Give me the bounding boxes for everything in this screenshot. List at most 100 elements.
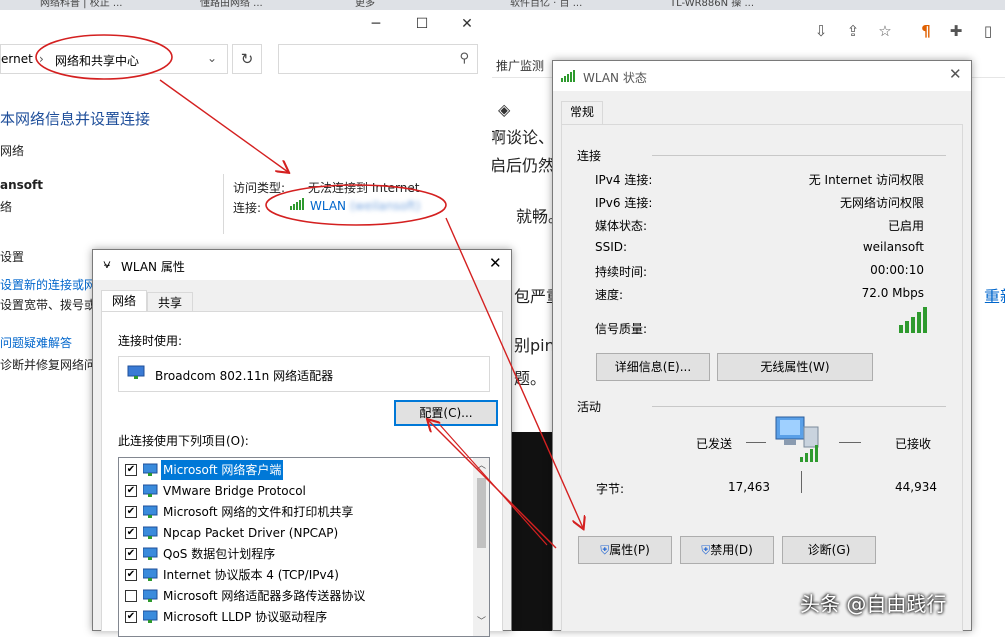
component-item[interactable]: Microsoft 网络适配器多路传送器协议 bbox=[123, 586, 468, 607]
troubleshoot-desc: 诊断并修复网络问 bbox=[0, 358, 97, 372]
bookmark-item[interactable]: 推广监测 bbox=[496, 57, 544, 74]
pilcrow-extension-icon[interactable]: ¶ bbox=[917, 22, 935, 40]
chevron-down-icon[interactable]: ﹀ bbox=[477, 614, 486, 627]
network-component-icon bbox=[142, 589, 159, 603]
sidebar-icon[interactable]: ▯ bbox=[979, 22, 997, 40]
title-bar: ─ ☐ ✕ bbox=[0, 10, 492, 42]
component-label: VMware Bridge Protocol bbox=[163, 484, 306, 498]
status-row-value: 72.0 Mbps bbox=[861, 286, 924, 300]
component-item[interactable]: ✔ Microsoft 网络客户端 bbox=[123, 460, 468, 481]
group-label: 活动 bbox=[577, 400, 602, 414]
shield-icon: ⛨ bbox=[701, 543, 711, 557]
article-link[interactable]: 重新 bbox=[984, 283, 1005, 307]
dialog-title: WLAN 状态 bbox=[583, 71, 647, 85]
checkbox[interactable]: ✔ bbox=[125, 527, 137, 539]
title-bar: WLAN 状态 ✕ bbox=[553, 61, 971, 91]
status-row-value: 无网络访问权限 bbox=[839, 196, 924, 210]
network-component-icon bbox=[142, 568, 159, 582]
minimize-icon[interactable]: ─ bbox=[366, 14, 386, 34]
checkbox[interactable]: ✔ bbox=[125, 506, 137, 518]
group-divider bbox=[652, 406, 946, 407]
page-title: 本网络信息并设置连接 bbox=[0, 110, 151, 128]
install-icon[interactable]: ⇩ bbox=[812, 22, 830, 40]
search-icon: ⚲ bbox=[459, 51, 469, 66]
component-item[interactable]: ✔ Microsoft LLDP 协议驱动程序 bbox=[123, 607, 468, 628]
network-component-icon bbox=[142, 505, 159, 519]
checkbox[interactable]: ✔ bbox=[125, 464, 137, 476]
items-label: 此连接使用下列项目(O): bbox=[118, 434, 249, 448]
wireless-properties-button[interactable]: 无线属性(W) bbox=[717, 353, 873, 381]
component-label: Microsoft LLDP 协议驱动程序 bbox=[163, 610, 328, 624]
refresh-icon[interactable]: ↻ bbox=[232, 44, 262, 74]
component-item[interactable]: ✔ Npcap Packet Driver (NPCAP) bbox=[123, 523, 468, 544]
close-icon[interactable]: ✕ bbox=[457, 14, 477, 34]
troubleshoot-link[interactable]: 问题疑难解答 bbox=[0, 334, 72, 351]
chevron-down-icon[interactable]: ⌄ bbox=[207, 51, 217, 65]
bytes-sent: 17,463 bbox=[728, 480, 770, 494]
status-row-label: IPv6 连接: bbox=[595, 196, 653, 210]
section-label: 网络 bbox=[0, 144, 25, 158]
tab-network[interactable]: 网络 bbox=[101, 290, 147, 313]
maximize-icon[interactable]: ☐ bbox=[412, 14, 432, 34]
wifi-signal-icon bbox=[290, 198, 306, 210]
close-icon[interactable]: ✕ bbox=[949, 65, 962, 83]
scrollbar-thumb[interactable] bbox=[477, 478, 486, 548]
chevron-up-icon[interactable]: ︿ bbox=[477, 458, 486, 471]
breadcrumb-item[interactable]: ernet bbox=[1, 52, 33, 66]
status-row-value: 已启用 bbox=[887, 219, 924, 233]
network-category: 络 bbox=[0, 200, 13, 214]
watermark: 头条 @自由践行 bbox=[800, 592, 947, 616]
details-button[interactable]: 详细信息(E)... bbox=[596, 353, 710, 381]
network-component-icon bbox=[142, 610, 159, 624]
browser-tab[interactable]: 懂路由网络 ... bbox=[200, 0, 350, 10]
adapter-field: Broadcom 802.11n 网络适配器 bbox=[118, 356, 490, 392]
browser-tab[interactable]: 软件百亿 · 百 ... bbox=[510, 0, 640, 10]
puzzle-icon[interactable]: ✚ bbox=[947, 22, 965, 40]
wlan-connection-link[interactable]: WLAN bbox=[310, 199, 346, 213]
checkbox[interactable]: ✔ bbox=[125, 569, 137, 581]
component-item[interactable]: ✔ Microsoft 网络的文件和打印机共享 bbox=[123, 502, 468, 523]
diagnose-button[interactable]: 诊断(G) bbox=[782, 536, 876, 564]
paint-bucket-icon[interactable]: ◈ bbox=[498, 100, 510, 119]
status-row-label: IPv4 连接: bbox=[595, 173, 653, 187]
title-bar: ⍱ WLAN 属性 ✕ bbox=[93, 250, 511, 280]
checkbox[interactable]: ✔ bbox=[125, 611, 137, 623]
properties-button[interactable]: ⛨属性(P) bbox=[578, 536, 672, 564]
network-adapter-icon bbox=[127, 365, 145, 379]
component-item[interactable]: ✔ Internet 协议版本 4 (TCP/IPv4) bbox=[123, 565, 468, 586]
close-icon[interactable]: ✕ bbox=[489, 254, 502, 272]
components-list[interactable]: ✔ Microsoft 网络客户端 ✔ VMware Bridge Protocol ✔… bbox=[118, 457, 490, 637]
breadcrumb-current[interactable]: 网络和共享中心 bbox=[55, 52, 139, 69]
connection-ssid-blurred: (weilansoft) bbox=[350, 199, 421, 213]
new-connection-link[interactable]: 设置新的连接或网 bbox=[0, 276, 96, 293]
network-tab-panel: 连接时使用: Broadcom 802.11n 网络适配器 配置(C)... 此… bbox=[101, 311, 503, 637]
network-component-icon bbox=[142, 526, 159, 540]
network-component-icon bbox=[142, 484, 159, 498]
bytes-received: 44,934 bbox=[895, 480, 937, 494]
tab-general[interactable]: 常规 bbox=[561, 101, 603, 125]
article-text: 启后仍然 bbox=[490, 156, 555, 175]
browser-tab[interactable]: TL-WR886N 操 ... bbox=[670, 0, 810, 10]
properties-button-label: 属性(P) bbox=[609, 543, 650, 557]
component-item[interactable]: ✔ VMware Bridge Protocol bbox=[123, 481, 468, 502]
configure-button[interactable]: 配置(C)... bbox=[394, 400, 498, 426]
connections-label: 连接: bbox=[233, 201, 262, 215]
received-line bbox=[839, 442, 861, 443]
disable-button[interactable]: ⛨禁用(D) bbox=[680, 536, 774, 564]
checkbox[interactable] bbox=[125, 590, 137, 602]
divider bbox=[223, 174, 224, 234]
access-type-value: 无法连接到 Internet bbox=[308, 181, 420, 195]
component-item[interactable]: ✔ QoS 数据包计划程序 bbox=[123, 544, 468, 565]
network-name: ansoft bbox=[0, 178, 43, 192]
star-icon[interactable]: ☆ bbox=[876, 22, 894, 40]
search-input[interactable]: ⚲ bbox=[278, 44, 478, 74]
share-icon[interactable]: ⇪ bbox=[844, 22, 862, 40]
wlan-status-dialog: WLAN 状态 ✕ 常规 连接 IPv4 连接: 无 Internet 访问权限 I… bbox=[552, 60, 972, 632]
browser-tab[interactable]: 网络科普 | 校正 ... bbox=[40, 0, 180, 10]
checkbox[interactable]: ✔ bbox=[125, 485, 137, 497]
checkbox[interactable]: ✔ bbox=[125, 548, 137, 560]
browser-tab[interactable]: 更多 bbox=[355, 0, 475, 10]
wlan-properties-dialog: ⍱ WLAN 属性 ✕ 网络 共享 连接时使用: Broadcom 802.11… bbox=[92, 249, 512, 637]
browser-toolbar: ⇩ ⇪ ☆ ¶ ✚ ▯ bbox=[492, 10, 1005, 52]
address-bar[interactable]: ernet › 网络和共享中心 ⌄ bbox=[0, 44, 228, 74]
